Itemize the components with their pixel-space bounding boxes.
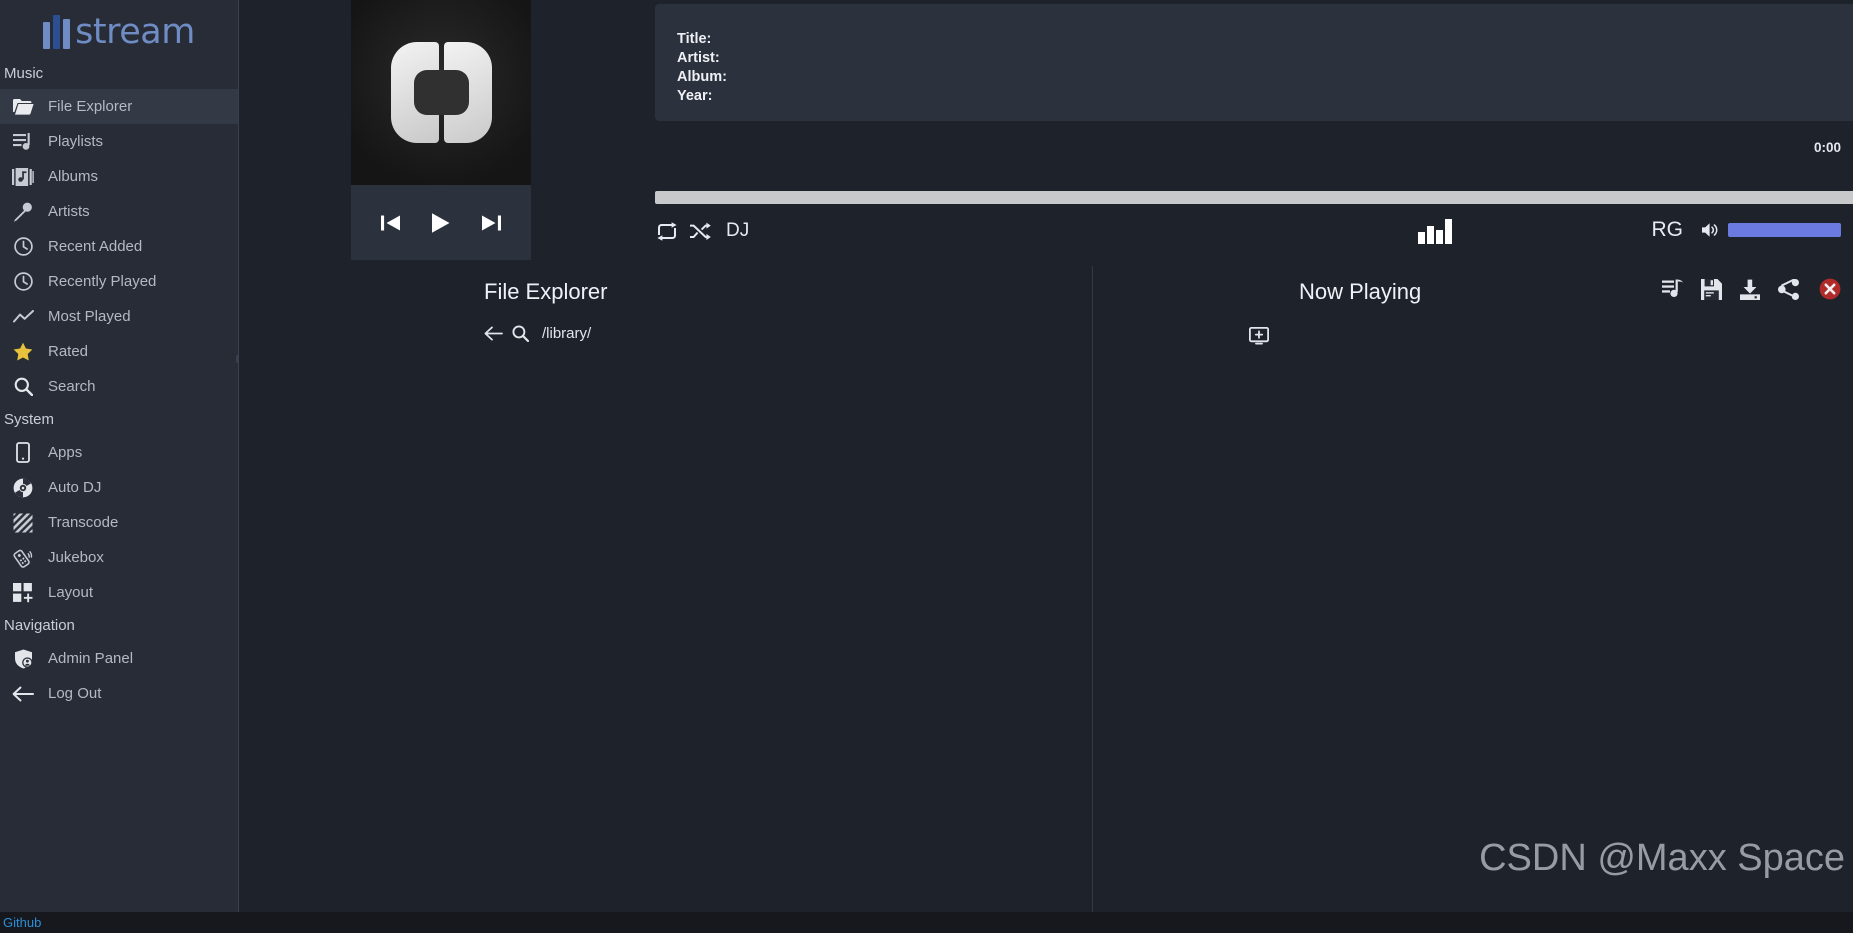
- sidebar-item-file-explorer[interactable]: File Explorer: [0, 89, 238, 124]
- mobile-icon: [10, 442, 36, 463]
- sidebar-item-recent-added[interactable]: Recent Added: [0, 229, 238, 264]
- mstream-app: stream Music File Explorer Playlists Alb…: [0, 0, 1853, 933]
- dj-button[interactable]: DJ: [726, 220, 749, 242]
- sidebar-item-artists[interactable]: Artists: [0, 194, 238, 229]
- metadata-album-row: Album:: [677, 68, 1853, 87]
- sidebar-item-label: Log Out: [48, 685, 102, 702]
- metadata-artist-label: Artist:: [677, 50, 720, 66]
- clock-icon: [10, 237, 36, 257]
- app-logo[interactable]: stream: [0, 0, 238, 58]
- equalizer-icon[interactable]: [1418, 218, 1452, 244]
- search-icon[interactable]: [512, 325, 529, 342]
- sidebar-item-rated[interactable]: Rated: [0, 334, 238, 369]
- arrow-left-icon: [10, 684, 36, 704]
- default-album-art-icon: [390, 42, 492, 143]
- sidebar-item-layout[interactable]: Layout: [0, 575, 238, 610]
- sidebar-item-label: Layout: [48, 584, 94, 601]
- layout-icon: [10, 582, 36, 603]
- replay-gain-button[interactable]: RG: [1652, 218, 1684, 242]
- disc-icon: [10, 478, 36, 498]
- metadata-year-label: Year:: [677, 88, 713, 104]
- sidebar-item-transcode[interactable]: Transcode: [0, 505, 238, 540]
- sidebar-item-playlists[interactable]: Playlists: [0, 124, 238, 159]
- shield-user-icon: [10, 649, 36, 669]
- volume-icon[interactable]: [1702, 222, 1719, 238]
- sidebar-item-label: Playlists: [48, 133, 104, 150]
- back-icon[interactable]: [484, 326, 503, 341]
- sidebar-section-system: System: [4, 411, 55, 428]
- sidebar-item-label: Most Played: [48, 308, 131, 325]
- search-icon: [10, 377, 36, 397]
- playlist-actions: [1662, 278, 1841, 300]
- sidebar-item-label: Rated: [48, 343, 89, 360]
- volume-slider[interactable]: [1728, 223, 1841, 237]
- sidebar-item-jukebox[interactable]: Jukebox: [0, 540, 238, 575]
- close-circle-icon[interactable]: [1819, 278, 1841, 300]
- add-playlist-icon[interactable]: [1248, 326, 1270, 350]
- now-playing-title: Now Playing: [1299, 279, 1422, 304]
- transcode-icon: [10, 513, 36, 533]
- metadata-title-row: Title:: [677, 30, 1853, 49]
- sidebar-item-auto-dj[interactable]: Auto DJ: [0, 470, 238, 505]
- watermark: CSDN @Maxx Space: [1479, 837, 1845, 879]
- sidebar-section-music: Music: [4, 65, 44, 82]
- metadata-title-label: Title:: [677, 31, 712, 47]
- logo-text: stream: [75, 12, 195, 52]
- player-control-bar: DJ RG: [239, 218, 1853, 258]
- sidebar-item-label: Recent Added: [48, 238, 143, 255]
- share-icon[interactable]: [1778, 278, 1800, 300]
- sidebar-item-label: Jukebox: [48, 549, 104, 566]
- sidebar-item-log-out[interactable]: Log Out: [0, 676, 238, 711]
- sidebar-item-label: Auto DJ: [48, 479, 102, 496]
- metadata-artist-row: Artist:: [677, 49, 1853, 68]
- save-icon[interactable]: [1701, 278, 1722, 300]
- sidebar-item-label: Search: [48, 378, 96, 395]
- star-icon: [10, 342, 36, 362]
- sidebar-item-admin-panel[interactable]: Admin Panel: [0, 641, 238, 676]
- sidebar-item-apps[interactable]: Apps: [0, 435, 238, 470]
- panel-divider: [1092, 266, 1093, 912]
- track-metadata-panel: Title: Artist: Album: Year:: [655, 4, 1853, 121]
- metadata-album-label: Album:: [677, 69, 727, 85]
- file-explorer-pathbar: /library/: [484, 325, 591, 342]
- sidebar-item-label: Artists: [48, 203, 90, 220]
- sidebar-item-label: File Explorer: [48, 98, 133, 115]
- logo-bars-icon: [43, 15, 73, 49]
- trending-up-icon: [10, 307, 36, 327]
- time-display: 0:00: [1813, 140, 1841, 155]
- main-content: Title: Artist: Album: Year: 0:00 DJ RG F…: [239, 0, 1853, 912]
- microphone-icon: [10, 202, 36, 222]
- clock-icon: [10, 272, 36, 292]
- sidebar-item-most-played[interactable]: Most Played: [0, 299, 238, 334]
- repeat-icon[interactable]: [656, 221, 678, 241]
- download-icon[interactable]: [1739, 279, 1761, 300]
- sidebar-item-search[interactable]: Search: [0, 369, 238, 404]
- sidebar-item-albums[interactable]: Albums: [0, 159, 238, 194]
- sidebar: stream Music File Explorer Playlists Alb…: [0, 0, 240, 912]
- sidebar-item-label: Recently Played: [48, 273, 157, 290]
- album-art[interactable]: [351, 0, 531, 185]
- file-explorer-title: File Explorer: [484, 279, 608, 304]
- sidebar-item-label: Transcode: [48, 514, 119, 531]
- shuffle-icon[interactable]: [689, 222, 711, 241]
- footer: Github: [0, 912, 1853, 933]
- playlist-add-icon[interactable]: [1662, 279, 1684, 300]
- sidebar-item-label: Albums: [48, 168, 99, 185]
- remote-icon: [10, 548, 36, 568]
- albums-icon: [10, 167, 36, 187]
- metadata-year-row: Year:: [677, 87, 1853, 106]
- playlist-icon: [10, 132, 36, 152]
- sidebar-item-label: Apps: [48, 444, 83, 461]
- folder-icon: [10, 97, 36, 117]
- sidebar-item-recently-played[interactable]: Recently Played: [0, 264, 238, 299]
- sidebar-section-navigation: Navigation: [4, 617, 75, 634]
- current-path: /library/: [542, 325, 592, 342]
- seek-slider[interactable]: [655, 191, 1853, 204]
- sidebar-item-label: Admin Panel: [48, 650, 134, 667]
- github-link[interactable]: Github: [0, 915, 41, 930]
